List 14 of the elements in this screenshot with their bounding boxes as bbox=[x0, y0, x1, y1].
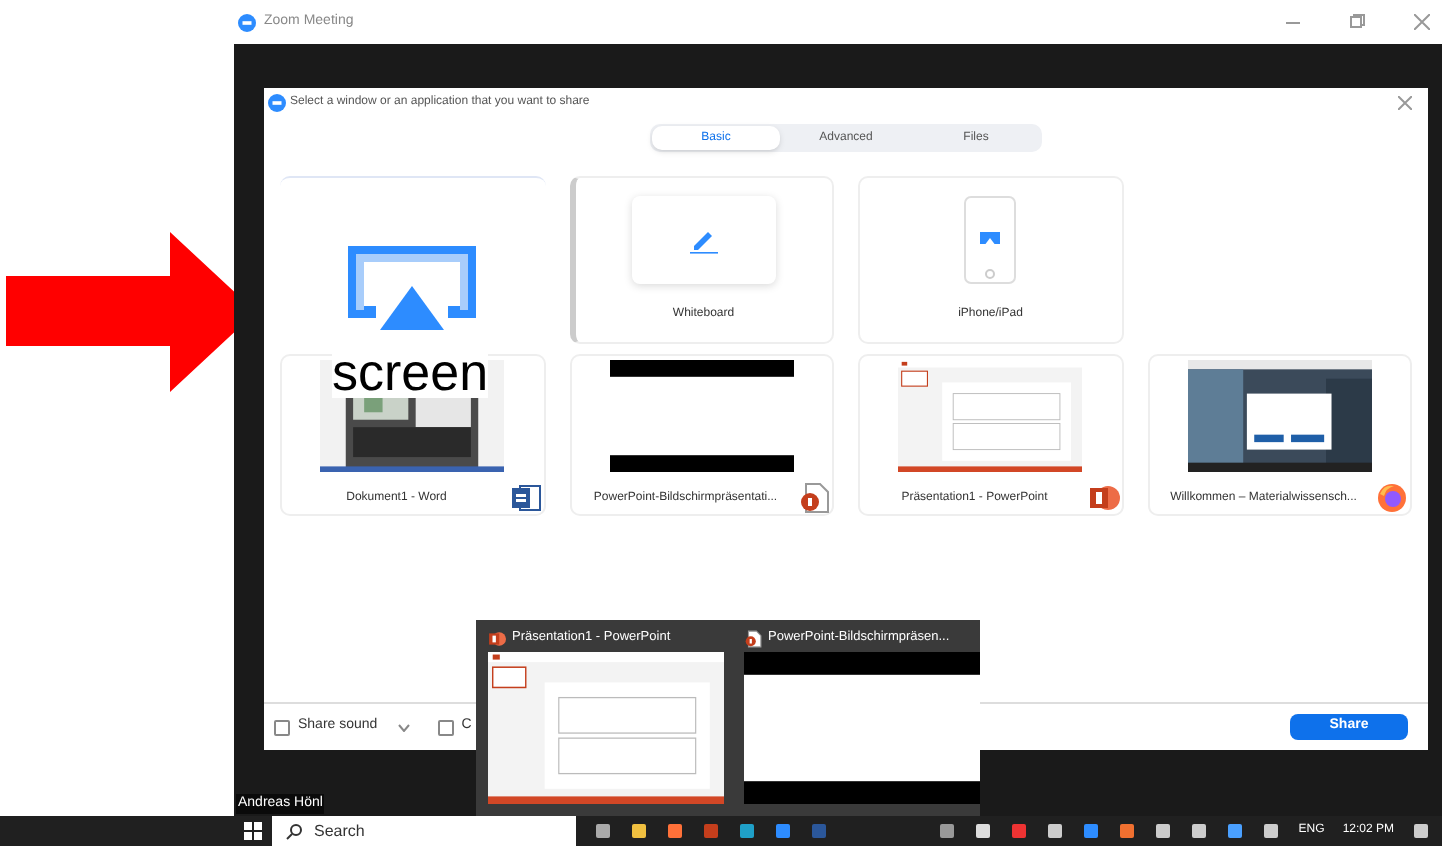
caret-icon[interactable] bbox=[397, 723, 410, 731]
restore-icon[interactable] bbox=[1350, 14, 1366, 30]
pen-icon bbox=[687, 226, 720, 254]
search-icon bbox=[286, 823, 302, 839]
close-icon[interactable] bbox=[1398, 95, 1412, 109]
slideshow-file-icon bbox=[798, 482, 830, 514]
slideshow-file-icon bbox=[744, 629, 762, 647]
checkbox[interactable] bbox=[437, 719, 454, 735]
close-icon[interactable] bbox=[1414, 14, 1430, 30]
windows-icon[interactable] bbox=[244, 822, 262, 840]
phone-icon bbox=[964, 196, 1017, 284]
search-placeholder: Search bbox=[314, 819, 365, 843]
checkbox[interactable] bbox=[274, 719, 290, 735]
search-field[interactable]: Search bbox=[272, 816, 576, 846]
